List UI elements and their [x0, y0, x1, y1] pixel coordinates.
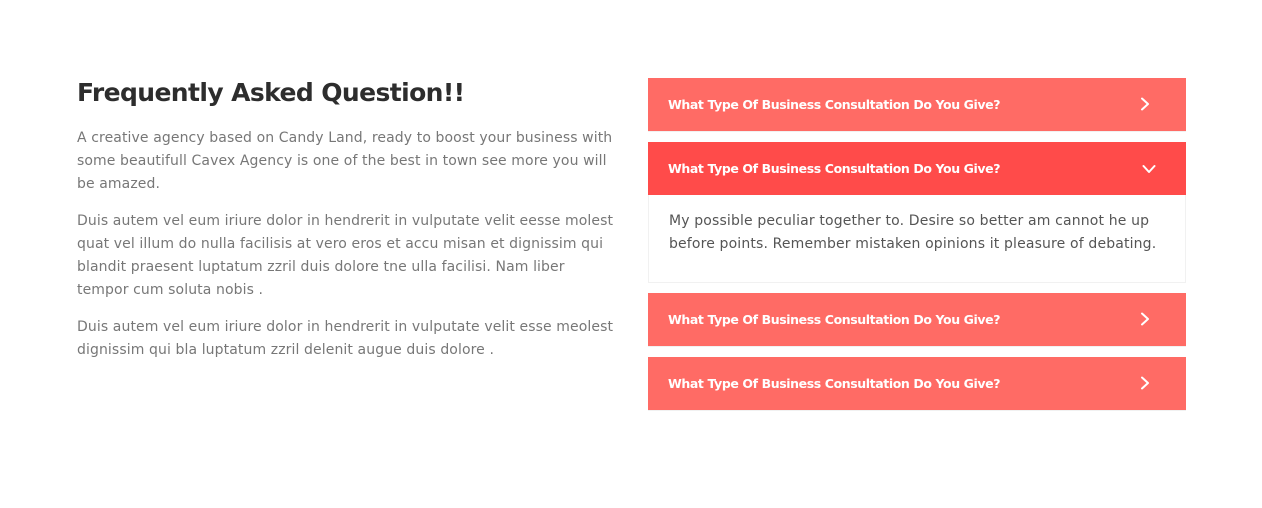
accordion-item: What Type Of Business Consultation Do Yo…: [648, 78, 1186, 132]
accordion-header[interactable]: What Type Of Business Consultation Do Yo…: [648, 78, 1186, 131]
chevron-right-icon: [1141, 312, 1149, 326]
accordion-item: What Type Of Business Consultation Do Yo…: [648, 357, 1186, 411]
chevron-right-icon: [1141, 97, 1149, 111]
intro-paragraph: Duis autem vel eum iriure dolor in hendr…: [77, 319, 614, 358]
chevron-down-icon: [1142, 165, 1156, 173]
accordion-question: What Type Of Business Consultation Do Yo…: [668, 376, 1001, 391]
accordion-header[interactable]: What Type Of Business Consultation Do Yo…: [648, 357, 1186, 410]
accordion-question: What Type Of Business Consultation Do Yo…: [668, 97, 1001, 112]
accordion-item: What Type Of Business Consultation Do Yo…: [648, 293, 1186, 347]
intro-paragraph: Duis autem vel eum iriure dolor in hendr…: [77, 213, 614, 298]
intro-paragraph: A creative agency based on Candy Land, r…: [77, 130, 613, 192]
faq-section: Frequently Asked Question!! A creative a…: [0, 0, 1262, 508]
accordion-header[interactable]: What Type Of Business Consultation Do Yo…: [648, 293, 1186, 346]
accordion-question: What Type Of Business Consultation Do Yo…: [668, 161, 1001, 176]
faq-accordion: What Type Of Business Consultation Do Yo…: [648, 78, 1186, 411]
chevron-right-icon: [1141, 376, 1149, 390]
accordion-answer: My possible peculiar together to. Desire…: [649, 195, 1185, 282]
accordion-item: What Type Of Business Consultation Do Yo…: [648, 142, 1186, 283]
accordion-header[interactable]: What Type Of Business Consultation Do Yo…: [648, 142, 1186, 195]
section-title: Frequently Asked Question!!: [77, 78, 465, 107]
faq-intro: Frequently Asked Question!! A creative a…: [77, 76, 617, 362]
accordion-question: What Type Of Business Consultation Do Yo…: [668, 312, 1001, 327]
